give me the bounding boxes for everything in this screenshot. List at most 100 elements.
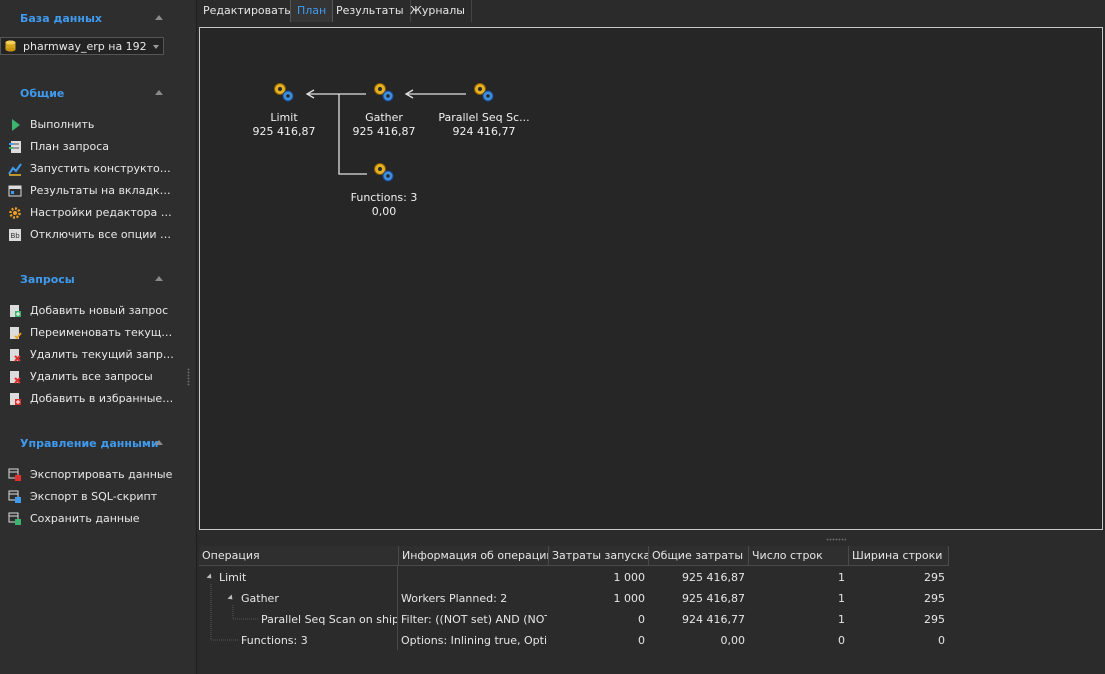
column-header-info[interactable]: Информация об операции: [399, 546, 549, 566]
plan-node-icon[interactable]: [274, 83, 294, 102]
action-rename-query[interactable]: Переименовать текущий запрос: [8, 325, 188, 341]
section-header-general[interactable]: Общие: [20, 87, 64, 100]
action-run[interactable]: Выполнить: [8, 117, 188, 133]
table-row-operation[interactable]: Gather: [241, 588, 394, 609]
plan-node-icon[interactable]: [374, 83, 394, 102]
column-header-rows[interactable]: Число строк: [749, 546, 849, 566]
table-row-operation[interactable]: Functions: 3: [241, 630, 394, 651]
database-select[interactable]: pharmway_erp на 192.168: [0, 37, 164, 55]
plan-node-parallel-seq-scan[interactable]: Parallel Seq Sc... 924 416,77: [434, 111, 534, 139]
action-export-sql[interactable]: Экспорт в SQL-скрипт: [8, 489, 188, 505]
tab-results[interactable]: Результаты: [330, 0, 411, 22]
action-delete-query[interactable]: Удалить текущий запрос: [8, 347, 188, 363]
action-query-plan[interactable]: План запроса: [8, 139, 188, 155]
table-row-operation[interactable]: Parallel Seq Scan on shipping: [261, 609, 397, 630]
plan-node-gather[interactable]: Gather 925 416,87: [334, 111, 434, 139]
table-row-width: 295: [924, 592, 945, 605]
tab-plan[interactable]: План: [290, 0, 334, 22]
sidebar: База данных pharmway_erp на 192.168 Общи…: [0, 0, 197, 674]
export-sql-icon: [8, 490, 21, 503]
table-row-info: [401, 567, 547, 588]
action-label: Запустить конструктор запросов: [30, 162, 174, 175]
section-header-data-management[interactable]: Управление данными: [20, 437, 159, 450]
column-header-operation[interactable]: Операция: [199, 546, 399, 566]
table-row-startup-cost: 1 000: [613, 592, 646, 605]
plan-node-cost: 925 416,87: [352, 125, 416, 138]
action-query-builder[interactable]: Запустить конструктор запросов: [8, 161, 188, 177]
query-plan-diagram[interactable]: Limit 925 416,87 Gather 925 416,87 Paral…: [199, 27, 1103, 530]
plan-node-cost: 925 416,87: [252, 125, 316, 138]
database-connection-label: pharmway_erp на 192.168: [23, 40, 147, 53]
plan-node-name: Gather: [365, 111, 403, 124]
action-label: Переименовать текущий запрос: [30, 326, 174, 339]
column-header-width[interactable]: Ширина строки: [849, 546, 949, 566]
table-row-startup-cost: 0: [638, 634, 645, 647]
horizontal-splitter[interactable]: [199, 533, 1105, 545]
tab-logs[interactable]: Журналы: [404, 0, 472, 22]
column-header-total-cost[interactable]: Общие затраты: [649, 546, 749, 566]
plan-node-icon[interactable]: [474, 83, 494, 102]
plan-node-limit[interactable]: Limit 925 416,87: [234, 111, 334, 139]
action-sql-editor-settings[interactable]: Настройки редактора SQL: [8, 205, 188, 221]
table-row-info: Options: Inlining true, Optimization tru…: [401, 634, 547, 647]
action-label: Отключить все опции контекста: [30, 228, 174, 241]
table-row-width: 295: [924, 571, 945, 584]
column-divider: [397, 566, 398, 650]
table-row-width: 295: [924, 613, 945, 626]
collapse-queries-icon[interactable]: [155, 276, 163, 281]
action-label: Выполнить: [30, 118, 95, 131]
delete-query-icon: [10, 349, 21, 362]
collapse-data-management-icon[interactable]: [155, 440, 163, 445]
action-add-favorite[interactable]: Добавить в избранные запросы: [8, 391, 188, 407]
action-label: Сохранить данные: [30, 512, 140, 525]
database-icon: [5, 40, 16, 52]
tab-bar: Редактировать План Результаты Журналы: [197, 0, 1105, 22]
action-label: Настройки редактора SQL: [30, 206, 174, 219]
context-options-icon: Bb: [9, 229, 21, 241]
collapse-database-icon[interactable]: [155, 15, 163, 20]
delete-all-queries-icon: [10, 371, 21, 384]
collapse-general-icon[interactable]: [155, 90, 163, 95]
tab-edit[interactable]: Редактировать: [197, 0, 298, 22]
save-data-icon: [8, 512, 21, 525]
table-row-info: Workers Planned: 2: [401, 592, 508, 605]
add-favorite-icon: [10, 393, 21, 405]
action-disable-context-options[interactable]: Bb Отключить все опции контекста: [8, 227, 188, 243]
plan-node-icon[interactable]: [374, 163, 394, 182]
action-save-data[interactable]: Сохранить данные: [8, 511, 188, 527]
results-tab-icon: [8, 185, 22, 197]
table-row-rows: 1: [838, 571, 845, 584]
plan-node-name: Functions: 3: [350, 191, 418, 204]
action-delete-all-queries[interactable]: Удалить все запросы: [8, 369, 188, 385]
chevron-down-icon[interactable]: [153, 45, 159, 49]
table-row-startup-cost: 0: [638, 613, 645, 626]
table-row-info: Filter: ((NOT set) AND (NOT deleted)): [401, 613, 547, 626]
plan-node-name: Parallel Seq Sc...: [438, 111, 530, 124]
table-row-width: 0: [938, 634, 945, 647]
action-export-data[interactable]: Экспортировать данные: [8, 467, 188, 483]
plan-table: Операция Информация об операции Затраты …: [199, 546, 1105, 674]
table-row-total-cost: 0,00: [720, 634, 746, 647]
splitter-grip[interactable]: [826, 538, 846, 541]
section-header-queries[interactable]: Запросы: [20, 273, 75, 286]
settings-gear-icon: [9, 207, 21, 219]
query-plan-icon: [9, 141, 21, 153]
column-header-startup-cost[interactable]: Затраты запуска: [549, 546, 649, 566]
action-label: Экспортировать данные: [30, 468, 173, 481]
table-row-rows: 1: [838, 592, 845, 605]
query-builder-icon: [8, 163, 22, 176]
action-label: План запроса: [30, 140, 110, 153]
table-row-total-cost: 925 416,87: [682, 571, 745, 584]
sidebar-splitter-grip[interactable]: [187, 368, 190, 386]
action-label: Удалить текущий запрос: [30, 348, 174, 361]
plan-node-functions[interactable]: Functions: 3 0,00: [334, 191, 434, 219]
svg-text:Bb: Bb: [11, 232, 21, 240]
action-label: Результаты на вкладке редактора: [30, 184, 174, 197]
table-row-operation[interactable]: Limit: [219, 567, 394, 588]
section-header-database[interactable]: База данных: [20, 12, 102, 25]
action-add-query[interactable]: Добавить новый запрос: [8, 303, 188, 319]
action-label: Экспорт в SQL-скрипт: [30, 490, 158, 503]
table-row-total-cost: 925 416,87: [682, 592, 745, 605]
action-results-tab[interactable]: Результаты на вкладке редактора: [8, 183, 188, 199]
action-label: Удалить все запросы: [30, 370, 153, 383]
